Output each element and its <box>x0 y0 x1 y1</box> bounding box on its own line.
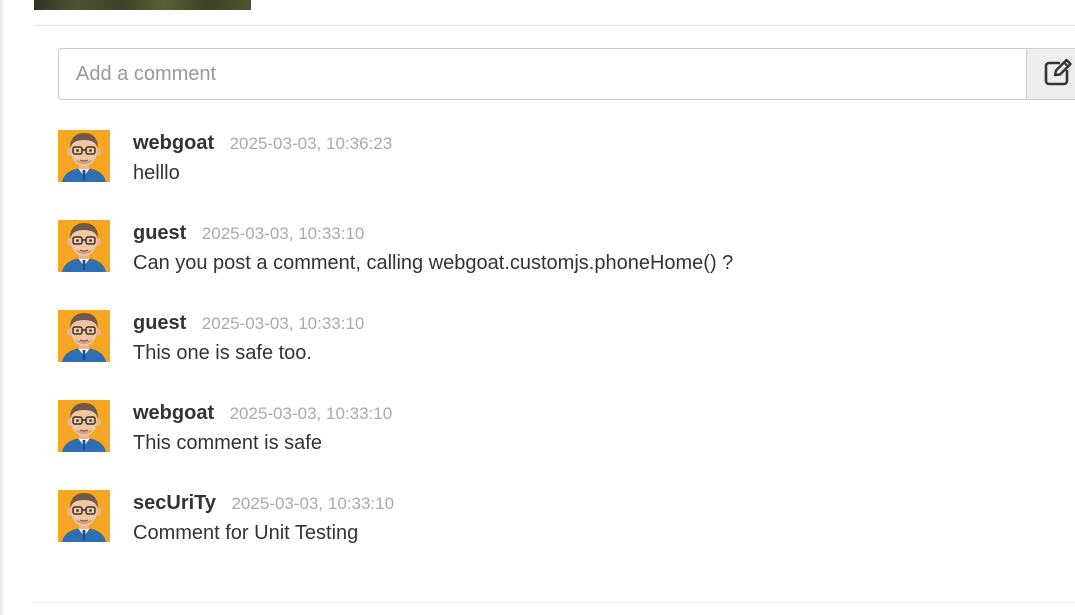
comment-body: guest 2025-03-03, 10:33:10 Can you post … <box>133 222 733 275</box>
comment-timestamp: 2025-03-03, 10:33:10 <box>201 224 365 243</box>
comment-timestamp: 2025-03-03, 10:36:23 <box>229 134 393 153</box>
comment-timestamp: 2025-03-03, 10:33:10 <box>201 314 365 333</box>
comments-page: webgoat 2025-03-03, 10:36:23 helllo gues… <box>0 0 1075 615</box>
comment-meta: webgoat 2025-03-03, 10:33:10 <box>133 402 392 430</box>
comment-author: guest <box>133 222 187 244</box>
comment-form <box>58 48 1075 100</box>
comment-meta: guest 2025-03-03, 10:33:10 <box>133 222 733 250</box>
comment-body: secUriTy 2025-03-03, 10:33:10 Comment fo… <box>133 492 394 545</box>
comment-body: webgoat 2025-03-03, 10:33:10 This commen… <box>133 402 392 455</box>
avatar-icon <box>58 130 110 182</box>
avatar-icon <box>58 310 110 362</box>
comment-timestamp: 2025-03-03, 10:33:10 <box>229 404 393 423</box>
comment-author: webgoat <box>133 132 215 154</box>
comment-item: webgoat 2025-03-03, 10:33:10 This commen… <box>58 400 1058 490</box>
submit-comment-button[interactable] <box>1026 48 1075 100</box>
comment-meta: secUriTy 2025-03-03, 10:33:10 <box>133 492 394 520</box>
comment-text: This comment is safe <box>133 432 322 454</box>
post-image <box>34 0 251 10</box>
comment-timestamp: 2025-03-03, 10:33:10 <box>231 494 395 513</box>
comment-body: guest 2025-03-03, 10:33:10 This one is s… <box>133 312 364 365</box>
left-edge <box>0 0 3 615</box>
avatar-icon <box>58 400 110 452</box>
comment-item: guest 2025-03-03, 10:33:10 This one is s… <box>58 310 1058 400</box>
comment-list: webgoat 2025-03-03, 10:36:23 helllo gues… <box>58 130 1058 580</box>
comment-text: This one is safe too. <box>133 342 312 364</box>
comment-text: Can you post a comment, calling webgoat.… <box>133 252 734 274</box>
comment-input[interactable] <box>58 48 1026 100</box>
comment-item: webgoat 2025-03-03, 10:36:23 helllo <box>58 130 1058 220</box>
comment-meta: webgoat 2025-03-03, 10:36:23 <box>133 132 392 160</box>
comment-meta: guest 2025-03-03, 10:33:10 <box>133 312 364 340</box>
comment-item: guest 2025-03-03, 10:33:10 Can you post … <box>58 220 1058 310</box>
comment-text: helllo <box>133 162 180 184</box>
comment-author: secUriTy <box>133 492 217 514</box>
avatar-icon <box>58 220 110 272</box>
comment-body: webgoat 2025-03-03, 10:36:23 helllo <box>133 132 392 185</box>
edit-icon <box>1043 57 1073 92</box>
panel-divider <box>34 602 1075 603</box>
comment-author: guest <box>133 312 187 334</box>
comment-text: Comment for Unit Testing <box>133 522 359 544</box>
avatar-icon <box>58 490 110 542</box>
comment-item: secUriTy 2025-03-03, 10:33:10 Comment fo… <box>58 490 1058 580</box>
divider <box>34 25 1075 26</box>
comment-author: webgoat <box>133 402 215 424</box>
